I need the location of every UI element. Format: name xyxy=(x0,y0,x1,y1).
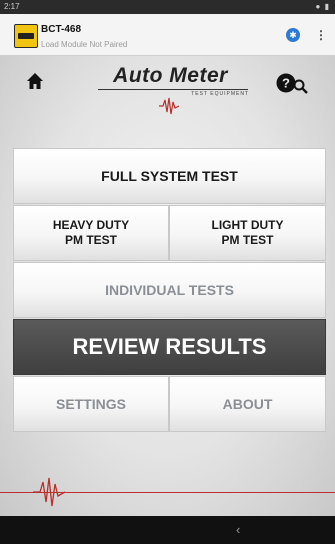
status-bar: 2:17 ● ▮ xyxy=(0,0,335,14)
bluetooth-icon[interactable]: ✱ xyxy=(286,28,300,42)
help-search-icon[interactable]: ? xyxy=(276,72,310,94)
home-icon[interactable] xyxy=(26,72,44,90)
device-status: Load Module Not Paired xyxy=(41,40,128,49)
heavy-duty-pm-test-button[interactable]: HEAVY DUTY PM TEST xyxy=(13,205,169,261)
heavy-duty-label-line1: HEAVY DUTY xyxy=(52,218,130,232)
status-icons: ● ▮ xyxy=(315,2,330,11)
review-results-label: REVIEW RESULTS xyxy=(72,334,267,359)
main-panel: Auto Meter TEST EQUIPMENT ? FULL SYSTEM … xyxy=(0,56,335,516)
individual-tests-label: INDIVIDUAL TESTS xyxy=(105,282,234,298)
settings-label: SETTINGS xyxy=(55,396,126,412)
heavy-duty-label-line2: PM TEST xyxy=(64,233,117,247)
auto-meter-logo: Auto Meter TEST EQUIPMENT xyxy=(78,64,263,100)
review-results-button[interactable]: REVIEW RESULTS xyxy=(13,319,326,375)
app-header: Auto Meter TEST EQUIPMENT ? xyxy=(0,56,335,146)
battery-tester-app-icon xyxy=(14,24,38,48)
device-title: BCT-468 xyxy=(41,24,82,35)
about-label: ABOUT xyxy=(222,396,273,412)
settings-button[interactable]: SETTINGS xyxy=(13,376,169,432)
light-duty-label-line1: LIGHT DUTY xyxy=(211,218,284,232)
full-system-test-label: FULL SYSTEM TEST xyxy=(101,168,238,184)
notification-bar[interactable]: BCT-468 Load Module Not Paired ✱ ⋮ xyxy=(0,14,335,56)
overflow-menu-icon[interactable]: ⋮ xyxy=(315,28,327,42)
logo-text: Auto Meter xyxy=(113,64,228,87)
status-time: 2:17 xyxy=(4,2,20,11)
about-button[interactable]: ABOUT xyxy=(169,376,326,432)
full-system-test-button[interactable]: FULL SYSTEM TEST xyxy=(13,148,326,204)
svg-text:?: ? xyxy=(282,76,290,91)
system-nav-bar: ‹ xyxy=(0,516,335,544)
light-duty-label-line2: PM TEST xyxy=(221,233,274,247)
waveform-logo-icon xyxy=(159,97,180,115)
individual-tests-button[interactable]: INDIVIDUAL TESTS xyxy=(13,262,326,318)
light-duty-pm-test-button[interactable]: LIGHT DUTY PM TEST xyxy=(169,205,326,261)
logo-subtitle: TEST EQUIPMENT xyxy=(191,91,249,97)
back-icon[interactable]: ‹ xyxy=(236,522,240,537)
waveform-footer-icon xyxy=(33,477,66,507)
